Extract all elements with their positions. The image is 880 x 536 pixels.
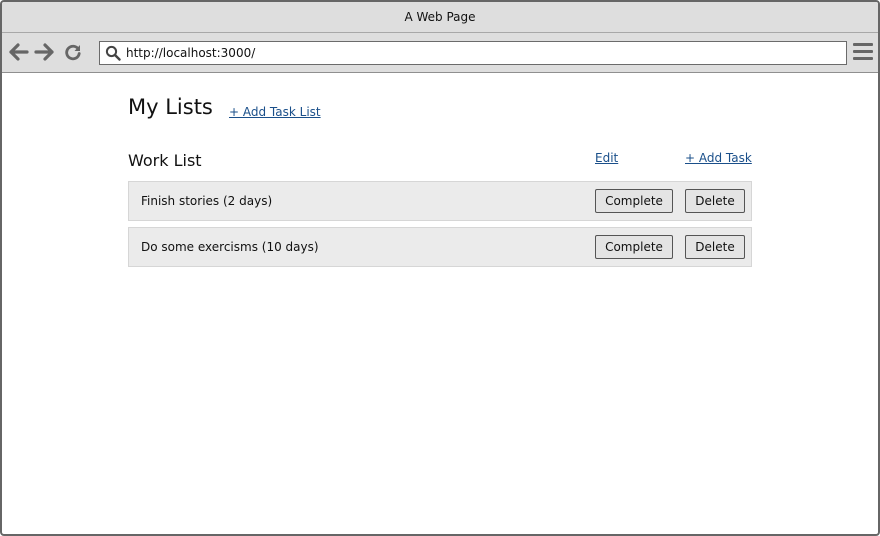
complete-button[interactable]: Complete (595, 235, 673, 259)
page-title: My Lists (128, 95, 213, 119)
list-title: Work List (128, 151, 202, 170)
arrow-left-icon (9, 43, 29, 61)
url-input[interactable] (126, 46, 806, 60)
add-task-link[interactable]: + Add Task (685, 151, 752, 165)
search-icon (104, 44, 122, 62)
reload-icon (65, 44, 81, 61)
complete-button[interactable]: Complete (595, 189, 673, 213)
window-titlebar: A Web Page (2, 2, 878, 33)
task-label: Finish stories (2 days) (141, 194, 273, 208)
edit-list-link[interactable]: Edit (595, 151, 618, 165)
task-row: Finish stories (2 days) Complete Delete (128, 181, 752, 221)
browser-toolbar (2, 33, 878, 73)
browser-window: A Web Page http://localhost:3000/ My Lis… (0, 0, 880, 536)
task-label: Do some exercisms (10 days) (141, 240, 319, 254)
delete-button[interactable]: Delete (685, 189, 745, 213)
task-row: Do some exercisms (10 days) Complete Del… (128, 227, 752, 267)
reload-button[interactable] (62, 41, 84, 63)
delete-button[interactable]: Delete (685, 235, 745, 259)
forward-button[interactable] (33, 41, 55, 63)
address-bar[interactable] (99, 41, 847, 65)
back-button[interactable] (8, 41, 30, 63)
hamburger-menu-icon (853, 43, 873, 60)
window-title: A Web Page (404, 10, 476, 24)
browser-menu-button[interactable] (853, 43, 873, 63)
add-task-list-link[interactable]: + Add Task List (229, 105, 321, 119)
arrow-right-icon (34, 43, 54, 61)
